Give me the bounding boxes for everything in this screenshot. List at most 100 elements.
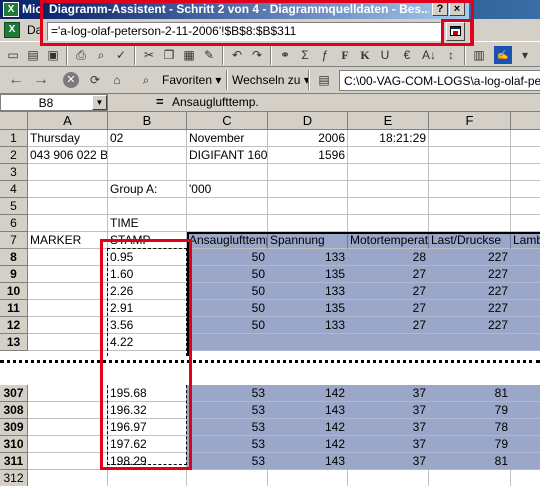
italic-button[interactable]: K xyxy=(356,46,374,64)
row-header-10[interactable]: 10 xyxy=(0,283,28,300)
workbook-icon[interactable]: X xyxy=(4,22,20,38)
name-box[interactable]: B8 ▼ xyxy=(0,94,108,111)
formula-content[interactable]: Ansauglufttemp. xyxy=(172,95,259,109)
cell-a8[interactable] xyxy=(28,249,108,266)
row-header-312[interactable]: 312 xyxy=(0,470,28,486)
cell-c310[interactable]: 53 xyxy=(187,436,268,453)
cell-c6[interactable] xyxy=(187,215,268,232)
cell-d6[interactable] xyxy=(268,215,348,232)
cell-b312[interactable] xyxy=(108,470,187,486)
column-header-g[interactable] xyxy=(511,112,540,130)
column-header-a[interactable]: A xyxy=(28,112,108,130)
cell-b6[interactable]: TIME xyxy=(108,215,187,232)
undo-icon[interactable]: ↶ xyxy=(228,46,246,64)
new-icon[interactable]: ▭ xyxy=(4,46,22,64)
cell-e309[interactable]: 37 xyxy=(348,419,429,436)
cell-f4[interactable] xyxy=(429,181,511,198)
cell-f6[interactable] xyxy=(429,215,511,232)
cell-a312[interactable] xyxy=(28,470,108,486)
dialog-titlebar[interactable]: Diagramm-Assistent - Schritt 2 von 4 - D… xyxy=(41,0,469,19)
cell-b2[interactable] xyxy=(108,147,187,164)
cell-g307[interactable] xyxy=(511,385,540,402)
cell-d309[interactable]: 142 xyxy=(268,419,348,436)
cell-f308[interactable]: 79 xyxy=(429,402,511,419)
row-header-307[interactable]: 307 xyxy=(0,385,28,402)
address-field[interactable]: C:\00-VAG-COM-LOGS\a-log-olaf-peterson xyxy=(339,70,540,91)
cell-e6[interactable] xyxy=(348,215,429,232)
cell-e1[interactable]: 18:21:29 xyxy=(348,130,429,147)
cell-f312[interactable] xyxy=(429,470,511,486)
cell-a13[interactable] xyxy=(28,334,108,351)
cell-f311[interactable]: 81 xyxy=(429,453,511,470)
forward-arrow-icon[interactable]: → xyxy=(33,71,49,89)
chevron-down-icon[interactable]: ▼ xyxy=(92,95,107,110)
column-header-f[interactable]: F xyxy=(429,112,511,130)
drawing-icon[interactable]: ✍ xyxy=(494,46,512,64)
chart-wizard-icon[interactable]: ▥ xyxy=(470,46,488,64)
cell-c308[interactable]: 53 xyxy=(187,402,268,419)
zoom-icon[interactable]: ▾ xyxy=(516,46,534,64)
cell-g311[interactable] xyxy=(511,453,540,470)
data-range-input[interactable]: ='a-log-olaf-peterson-2-11-2006'!$B$8:$B… xyxy=(47,22,441,41)
sort-ascending-icon[interactable]: A↓ xyxy=(420,46,438,64)
column-header-b[interactable]: B xyxy=(108,112,187,130)
cell-c309[interactable]: 53 xyxy=(187,419,268,436)
column-header-e[interactable]: E xyxy=(348,112,429,130)
cell-a2[interactable]: 043 906 022 B xyxy=(28,147,108,164)
cell-d307[interactable]: 142 xyxy=(268,385,348,402)
cell-b7[interactable]: STAMP xyxy=(108,232,187,249)
row-header-309[interactable]: 309 xyxy=(0,419,28,436)
cell-b5[interactable] xyxy=(108,198,187,215)
row-header-11[interactable]: 11 xyxy=(0,300,28,317)
cell-f5[interactable] xyxy=(429,198,511,215)
row-header-7[interactable]: 7 xyxy=(0,232,28,249)
cell-g2[interactable] xyxy=(511,147,540,164)
cell-e307[interactable]: 37 xyxy=(348,385,429,402)
cell-a309[interactable] xyxy=(28,419,108,436)
cell-a11[interactable] xyxy=(28,300,108,317)
cell-d3[interactable] xyxy=(268,164,348,181)
cell-b3[interactable] xyxy=(108,164,187,181)
redo-icon[interactable]: ↷ xyxy=(248,46,266,64)
cell-g310[interactable] xyxy=(511,436,540,453)
underline-icon[interactable]: U xyxy=(376,46,394,64)
refresh-icon[interactable]: ⟳ xyxy=(86,71,104,89)
cell-e4[interactable] xyxy=(348,181,429,198)
row-header-310[interactable]: 310 xyxy=(0,436,28,453)
back-arrow-icon[interactable]: ← xyxy=(8,71,24,89)
cell-g3[interactable] xyxy=(511,164,540,181)
row-header-1[interactable]: 1 xyxy=(0,130,28,147)
select-all-corner[interactable] xyxy=(0,112,28,130)
cell-d2[interactable]: 1596 xyxy=(268,147,348,164)
cell-g4[interactable] xyxy=(511,181,540,198)
close-button[interactable]: × xyxy=(449,2,465,16)
goto-menu[interactable]: Wechseln zu ▾ xyxy=(232,73,310,87)
row-header-308[interactable]: 308 xyxy=(0,402,28,419)
search-web-icon[interactable]: ⌕ xyxy=(137,71,155,89)
column-header-c[interactable]: C xyxy=(187,112,268,130)
cell-e3[interactable] xyxy=(348,164,429,181)
cell-b1[interactable]: 02 xyxy=(108,130,187,147)
cell-f3[interactable] xyxy=(429,164,511,181)
cell-a3[interactable] xyxy=(28,164,108,181)
cell-c5[interactable] xyxy=(187,198,268,215)
spellcheck-icon[interactable]: ✓ xyxy=(112,46,130,64)
cell-a5[interactable] xyxy=(28,198,108,215)
cell-f309[interactable]: 78 xyxy=(429,419,511,436)
cell-e312[interactable] xyxy=(348,470,429,486)
copy-icon[interactable]: ❐ xyxy=(160,46,178,64)
column-header-d[interactable]: D xyxy=(268,112,348,130)
cell-g308[interactable] xyxy=(511,402,540,419)
row-header-4[interactable]: 4 xyxy=(0,181,28,198)
cell-a6[interactable] xyxy=(28,215,108,232)
paste-icon[interactable]: ▦ xyxy=(180,46,198,64)
stop-icon[interactable]: ✕ xyxy=(63,72,79,88)
cell-c3[interactable] xyxy=(187,164,268,181)
cell-f307[interactable]: 81 xyxy=(429,385,511,402)
cell-g312[interactable] xyxy=(511,470,540,486)
cell-a310[interactable] xyxy=(28,436,108,453)
print-icon[interactable]: ⎙ xyxy=(72,46,90,64)
row-header-311[interactable]: 311 xyxy=(0,453,28,470)
cell-d310[interactable]: 142 xyxy=(268,436,348,453)
cell-d308[interactable]: 143 xyxy=(268,402,348,419)
